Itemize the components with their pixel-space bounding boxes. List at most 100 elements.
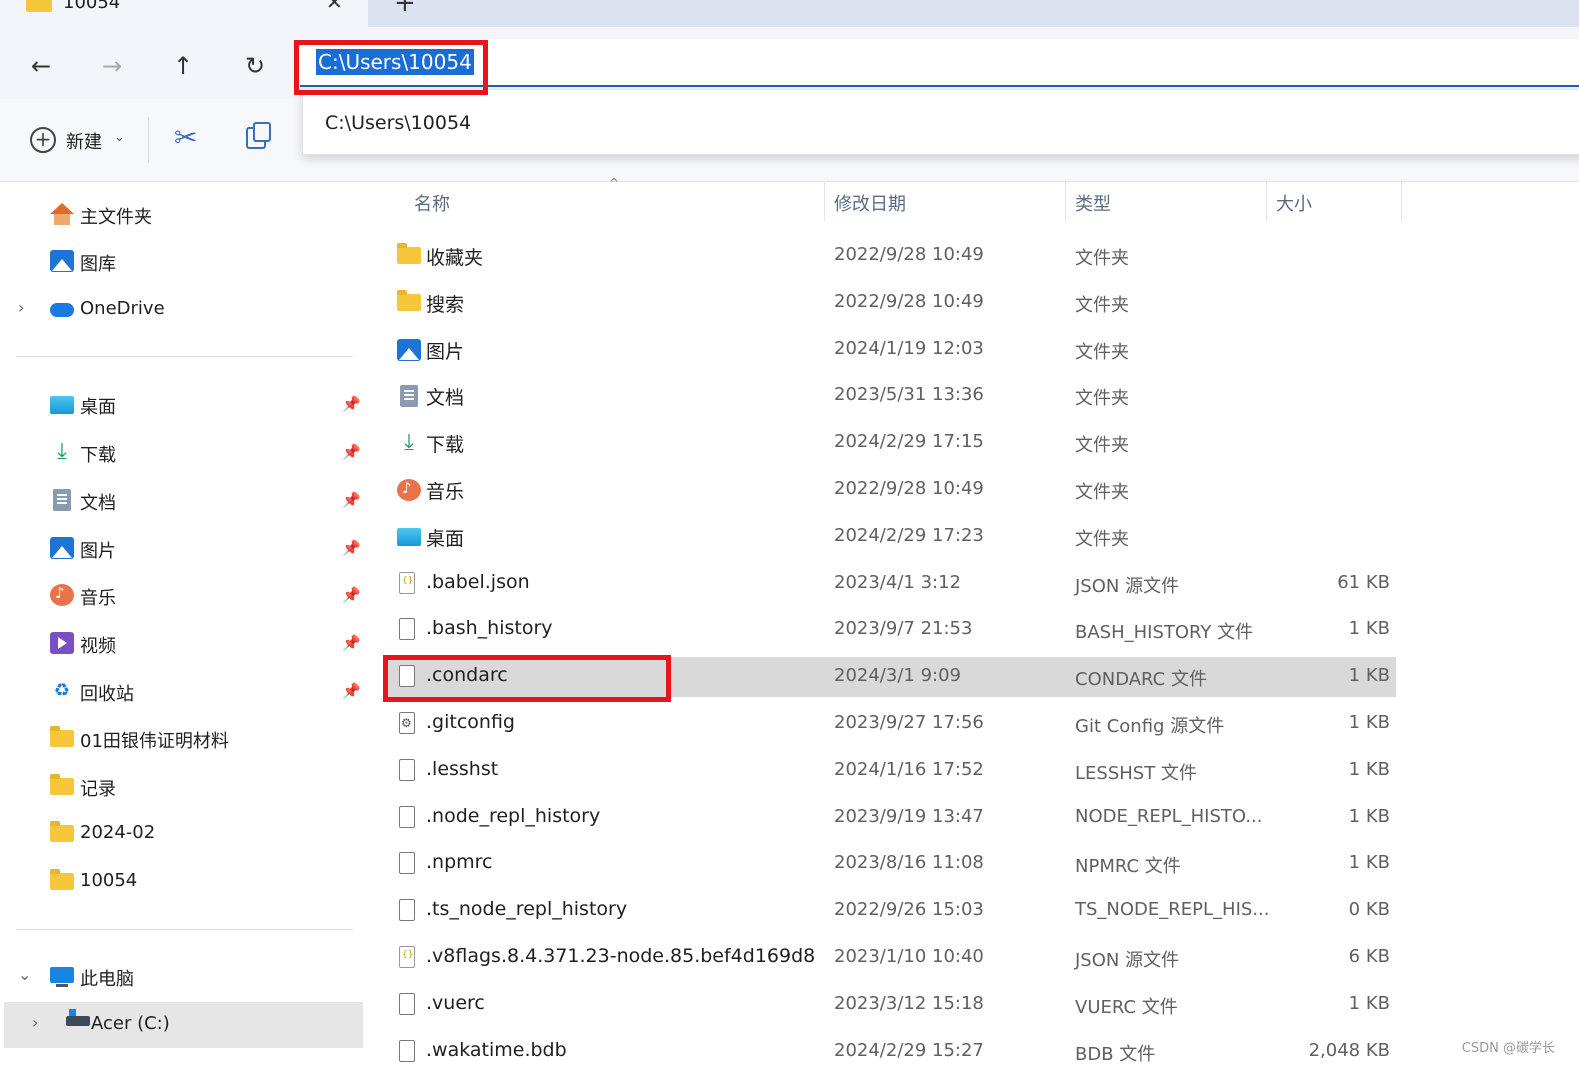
- sidebar-item-label: 音乐: [80, 588, 116, 609]
- navigation-pane: 主文件夹 图库 › OneDrive 桌面 📌 ⤓ 下载 📌 文档 📌 图片 📌…: [0, 182, 367, 1068]
- document-icon: [400, 385, 418, 408]
- file-row[interactable]: .v8flags.8.4.371.23-node.85.bef4d169d8bd…: [384, 938, 1396, 978]
- sidebar-item-this-pc[interactable]: ⌄ 此电脑: [0, 957, 366, 997]
- watermark: CSDN @碳学长: [1461, 1041, 1555, 1056]
- sidebar-item-label: 视频: [80, 636, 116, 657]
- file-type: LESSHST 文件: [1075, 762, 1197, 784]
- file-size: 1 KB: [1348, 618, 1390, 640]
- forward-button[interactable]: →: [97, 51, 127, 81]
- up-button[interactable]: ↑: [168, 51, 198, 81]
- onedrive-icon: [50, 303, 74, 317]
- pin-icon: 📌: [342, 395, 361, 413]
- folder-icon: [397, 243, 421, 264]
- file-row[interactable]: .ts_node_repl_history 2022/9/26 15:03 TS_N…: [384, 891, 1396, 931]
- tab-close-icon[interactable]: ✕: [326, 0, 343, 14]
- column-divider[interactable]: [824, 182, 825, 222]
- folder-icon: [50, 774, 74, 795]
- refresh-button[interactable]: ↻: [240, 51, 270, 81]
- drive-icon: [66, 1009, 90, 1026]
- cut-icon[interactable]: ✂: [174, 121, 197, 154]
- file-type: 文件夹: [1075, 435, 1129, 457]
- sidebar-item-label: 01田银伟证明材料: [80, 731, 229, 752]
- file-row[interactable]: .bash_history 2023/9/7 21:53 BASH_HISTORY …: [384, 610, 1396, 650]
- file-row[interactable]: 桌面 2024/2/29 17:23 文件夹: [384, 517, 1396, 557]
- recycle-bin-icon: ♻: [53, 680, 71, 701]
- file-list: ^ 名称 修改日期 类型 大小 收藏夹 2022/9/28 10:49 文件夹 搜索 2…: [366, 176, 1579, 1068]
- column-divider[interactable]: [1266, 182, 1267, 222]
- file-icon: [399, 758, 415, 781]
- file-name: 搜索: [426, 293, 465, 316]
- sidebar-item-videos[interactable]: 视频 📌: [0, 624, 366, 664]
- file-type: JSON 源文件: [1075, 950, 1180, 971]
- sidebar-item-gallery[interactable]: 图库: [0, 242, 366, 282]
- sidebar-item-folder[interactable]: 2024-02: [0, 814, 366, 854]
- pin-icon: 📌: [342, 682, 361, 700]
- sidebar-divider: [16, 356, 353, 357]
- file-modified-date: 2022/9/28 10:49: [834, 244, 984, 265]
- document-icon: [53, 489, 71, 511]
- file-row[interactable]: .wakatime.bdb 2024/2/29 15:27 BDB 文件 2,048 …: [384, 1032, 1396, 1072]
- file-type: 文件夹: [1075, 528, 1129, 550]
- sidebar-item-pictures[interactable]: 图片 📌: [0, 529, 366, 569]
- file-name: .vuerc: [426, 991, 485, 1014]
- file-type: TS_NODE_REPL_HIS...: [1075, 899, 1270, 921]
- chevron-down-icon: ⌄: [114, 130, 125, 145]
- music-icon: [50, 584, 74, 606]
- column-divider[interactable]: [1401, 182, 1402, 222]
- sidebar-item-home[interactable]: 主文件夹: [0, 195, 366, 235]
- sidebar-item-music[interactable]: 音乐 📌: [0, 576, 366, 616]
- sidebar-item-onedrive[interactable]: › OneDrive: [0, 290, 366, 330]
- new-tab-button[interactable]: +: [394, 0, 416, 18]
- file-name: .lesshst: [426, 757, 499, 780]
- pin-icon: 📌: [342, 443, 361, 461]
- tab-10054[interactable]: 10054 ✕: [0, 0, 368, 27]
- column-divider[interactable]: [1065, 182, 1066, 222]
- file-row[interactable]: 音乐 2022/9/28 10:49 文件夹: [384, 470, 1396, 510]
- file-row[interactable]: .node_repl_history 2023/9/19 13:47 NODE_RE…: [384, 798, 1396, 838]
- file-modified-date: 2022/9/28 10:49: [834, 478, 984, 499]
- sidebar-item-documents[interactable]: 文档 📌: [0, 481, 366, 521]
- sidebar-item-folder[interactable]: 10054: [0, 862, 366, 902]
- desktop-icon: [397, 527, 421, 546]
- column-header-date[interactable]: 修改日期: [834, 190, 906, 216]
- file-type: BASH_HISTORY 文件: [1075, 622, 1254, 644]
- file-row[interactable]: ⤓ 下载 2024/2/29 17:15 文件夹: [384, 423, 1396, 463]
- sidebar-item-label: 文档: [80, 493, 116, 514]
- file-row[interactable]: 图片 2024/1/19 12:03 文件夹: [384, 330, 1396, 370]
- sidebar-item-folder[interactable]: 记录: [0, 767, 366, 807]
- column-header-name[interactable]: 名称: [414, 190, 450, 216]
- file-name: .wakatime.bdb: [426, 1038, 567, 1061]
- json-file-icon: [399, 571, 415, 594]
- address-suggestion-item[interactable]: C:\Users\10054: [325, 112, 471, 134]
- column-header-size[interactable]: 大小: [1276, 190, 1312, 216]
- column-header-type[interactable]: 类型: [1075, 190, 1111, 216]
- sidebar-item-folder[interactable]: 01田银伟证明材料: [0, 719, 366, 759]
- file-row[interactable]: .vuerc 2023/3/12 15:18 VUERC 文件 1 KB: [384, 985, 1396, 1025]
- file-row[interactable]: .gitconfig 2023/9/27 17:56 Git Config 源文件 1…: [384, 704, 1396, 744]
- back-button[interactable]: ←: [26, 51, 56, 81]
- file-row[interactable]: .lesshst 2024/1/16 17:52 LESSHST 文件 1 KB: [384, 751, 1396, 791]
- file-row[interactable]: .babel.json 2023/4/1 3:12 JSON 源文件 61 KB: [384, 564, 1396, 604]
- address-bar[interactable]: C:\Users\10054: [300, 39, 1579, 87]
- file-modified-date: 2024/1/19 12:03: [834, 337, 984, 359]
- file-row[interactable]: 收藏夹 2022/9/28 10:49 文件夹: [384, 236, 1396, 276]
- file-row[interactable]: 文档 2023/5/31 13:36 文件夹: [384, 376, 1396, 416]
- sidebar-item-downloads[interactable]: ⤓ 下载 📌: [0, 433, 366, 473]
- pin-icon: 📌: [342, 491, 361, 509]
- chevron-right-icon[interactable]: ›: [32, 1013, 38, 1032]
- chevron-down-icon[interactable]: ⌄: [18, 965, 31, 984]
- file-row[interactable]: 搜索 2022/9/28 10:49 文件夹: [384, 283, 1396, 323]
- sidebar-item-label: OneDrive: [80, 298, 165, 319]
- file-row[interactable]: .npmrc 2023/8/16 11:08 NPMRC 文件 1 KB: [384, 844, 1396, 884]
- sidebar-item-recycle-bin[interactable]: ♻ 回收站 📌: [0, 672, 366, 712]
- sidebar-item-desktop[interactable]: 桌面 📌: [0, 385, 366, 425]
- copy-icon[interactable]: [246, 122, 271, 149]
- file-name: .v8flags.8.4.371.23-node.85.bef4d169d8bd…: [426, 945, 816, 967]
- sidebar-item-label: 图库: [80, 254, 116, 275]
- home-icon: [50, 203, 74, 225]
- chevron-right-icon[interactable]: ›: [18, 298, 24, 317]
- file-modified-date: 2022/9/28 10:49: [834, 290, 984, 312]
- file-modified-date: 2023/9/7 21:53: [834, 618, 973, 640]
- sidebar-item-drive-c[interactable]: › Acer (C:): [4, 1002, 363, 1048]
- sidebar-item-label: 回收站: [80, 684, 134, 705]
